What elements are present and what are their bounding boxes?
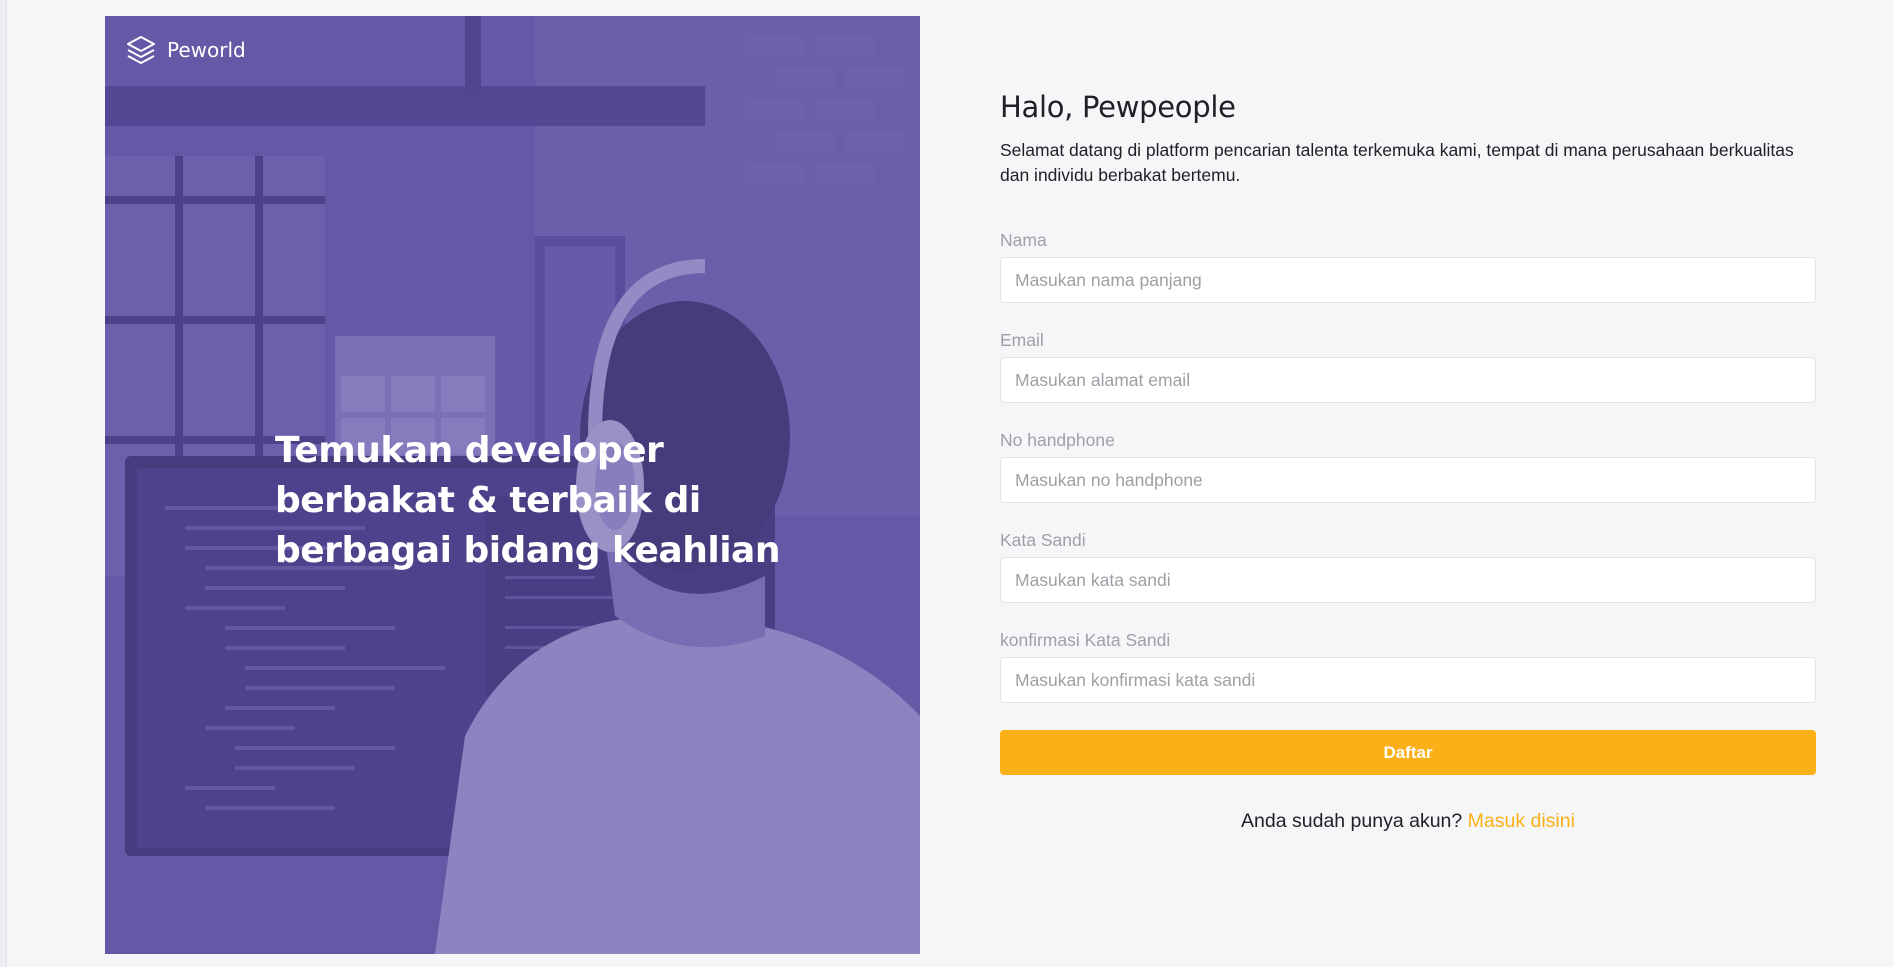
brand-logo[interactable]: Peworld	[125, 34, 246, 66]
register-page: Peworld Temukan developer berbakat & ter…	[0, 0, 1894, 967]
confirm-password-input[interactable]	[1000, 657, 1816, 703]
confirm-password-label: konfirmasi Kata Sandi	[1000, 630, 1171, 650]
name-label: Nama	[1000, 230, 1047, 250]
login-link[interactable]: Masuk disini	[1468, 810, 1575, 832]
phone-input[interactable]	[1000, 457, 1816, 503]
phone-label: No handphone	[1000, 430, 1115, 450]
field-name: Nama	[1000, 230, 1816, 303]
password-input[interactable]	[1000, 557, 1816, 603]
login-prompt: Anda sudah punya akun?	[1241, 810, 1463, 832]
brand-name: Peworld	[167, 38, 246, 62]
email-label: Email	[1000, 330, 1044, 350]
email-input[interactable]	[1000, 357, 1816, 403]
hero-panel: Peworld Temukan developer berbakat & ter…	[105, 16, 920, 954]
login-prompt-row: Anda sudah punya akun? Masuk disini	[1000, 810, 1816, 833]
layers-icon	[127, 36, 155, 64]
field-password: Kata Sandi	[1000, 530, 1816, 603]
name-input[interactable]	[1000, 257, 1816, 303]
window-edge	[0, 0, 7, 967]
page-title: Halo, Pewpeople	[1000, 90, 1236, 124]
field-email: Email	[1000, 330, 1816, 403]
register-form: Halo, Pewpeople Selamat datang di platfo…	[1000, 90, 1816, 833]
register-button[interactable]: Daftar	[1000, 730, 1816, 775]
field-phone: No handphone	[1000, 430, 1816, 503]
password-label: Kata Sandi	[1000, 530, 1086, 550]
intro-text: Selamat datang di platform pencarian tal…	[1000, 140, 1794, 185]
field-confirm-password: konfirmasi Kata Sandi	[1000, 630, 1816, 703]
form-fields: Nama Email No handphone Kata Sandi konfi…	[1000, 230, 1816, 703]
hero-headline: Temukan developer berbakat & terbaik di …	[275, 430, 780, 571]
